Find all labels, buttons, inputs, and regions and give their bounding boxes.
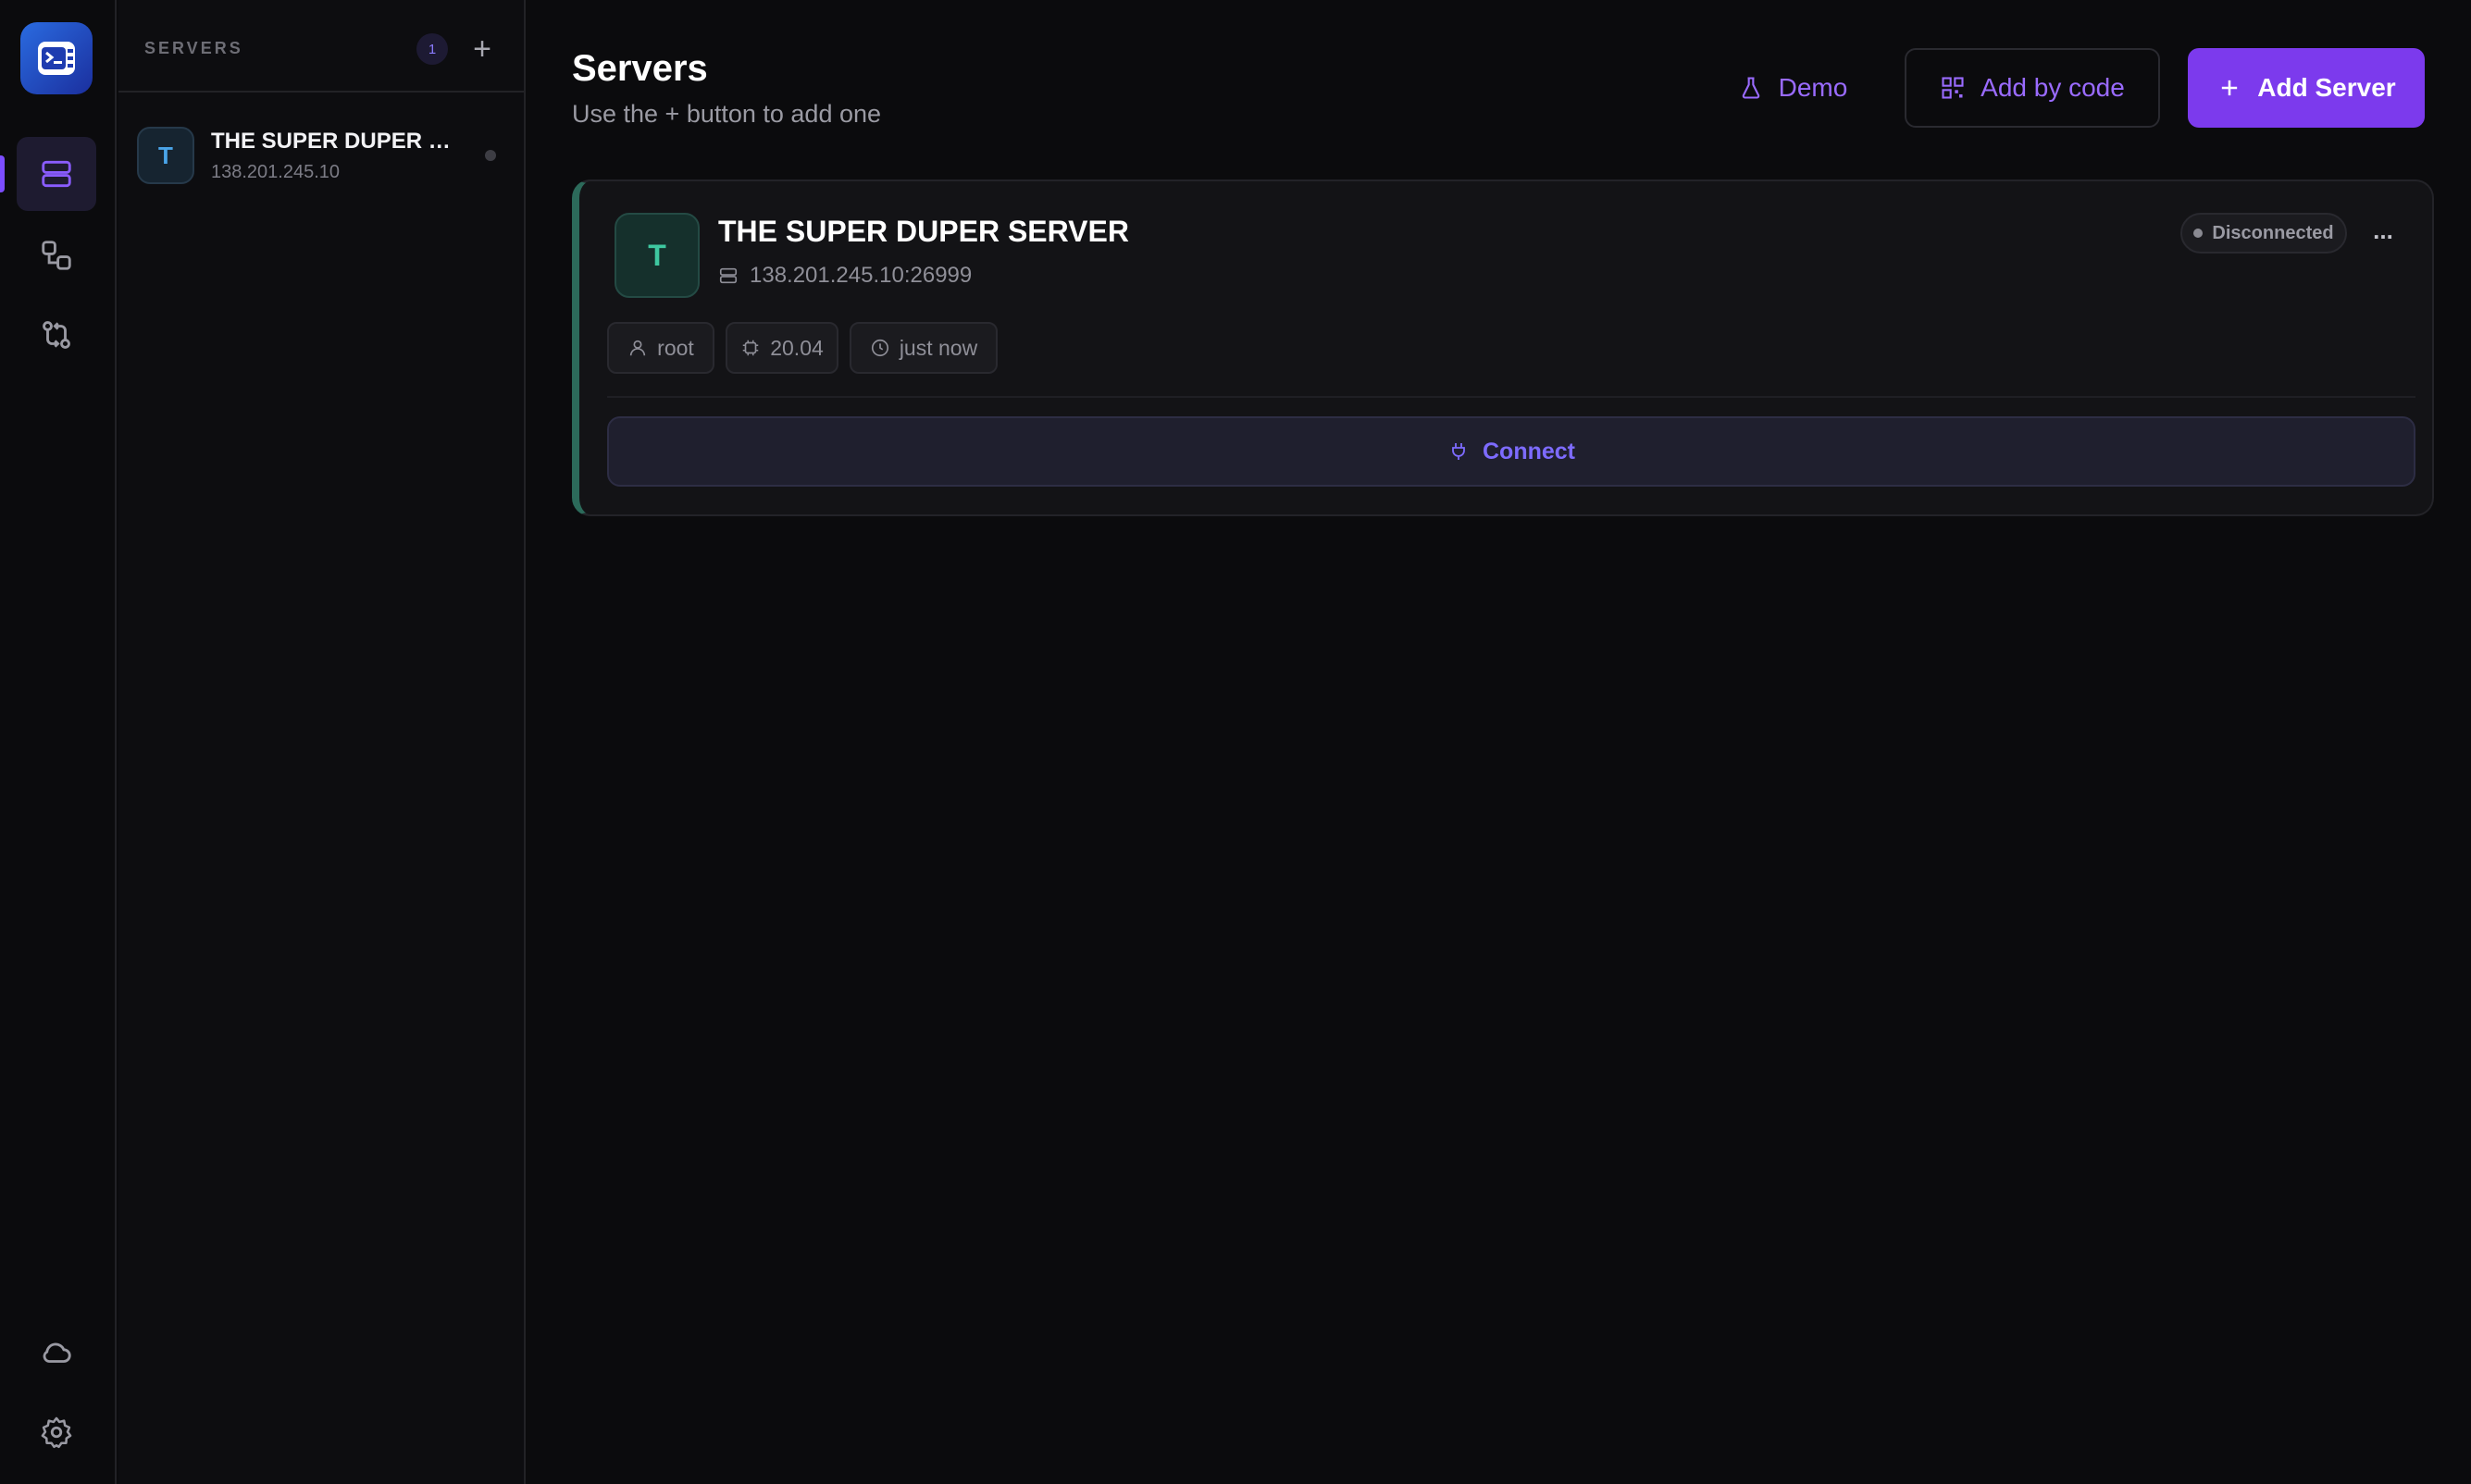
cloud-nav-button[interactable] — [17, 1316, 96, 1390]
server-icon — [719, 267, 738, 284]
server-card-name: THE SUPER DUPER SERVER — [718, 215, 1129, 248]
connections-icon — [42, 241, 71, 270]
connections-nav-button[interactable] — [17, 218, 96, 292]
qr-code-icon — [1942, 77, 1964, 99]
add-server-label: Add Server — [2257, 73, 2396, 102]
demo-label: Demo — [1778, 73, 1848, 102]
add-by-code-label: Add by code — [1981, 73, 2125, 102]
panel-title: SERVERS — [144, 39, 243, 57]
icon-rail — [0, 0, 117, 1484]
add-server-button[interactable]: Add Server — [2188, 48, 2425, 128]
plug-icon — [1452, 443, 1465, 460]
settings-nav-button[interactable] — [17, 1395, 96, 1469]
server-card: T THE SUPER DUPER SERVER 138.201.245.10:… — [572, 179, 2434, 516]
server-card-avatar: T — [615, 213, 700, 298]
demo-button[interactable]: Demo — [1723, 48, 1862, 128]
clock-icon — [871, 339, 888, 357]
panel-header: SERVERS 1 + — [118, 0, 524, 93]
servers-icon — [42, 160, 71, 188]
server-list-name: THE SUPER DUPER SERVER — [211, 128, 461, 154]
transfer-nav-button[interactable] — [17, 298, 96, 372]
add-by-code-button[interactable]: Add by code — [1905, 48, 2160, 128]
user-text: root — [657, 335, 694, 360]
app-logo-icon[interactable] — [20, 22, 93, 94]
flask-icon — [1742, 77, 1759, 99]
server-address-text: 138.201.245.10:26999 — [750, 263, 973, 288]
cpu-icon — [742, 340, 759, 356]
plus-icon — [2222, 80, 2238, 96]
connect-button[interactable]: Connect — [607, 416, 2415, 487]
server-list-item[interactable]: T THE SUPER DUPER SERVER 138.201.245.10 — [137, 120, 507, 191]
server-count-badge: 1 — [416, 33, 448, 65]
status-text: Disconnected — [2212, 222, 2334, 243]
page-title: Servers — [572, 48, 708, 89]
os-version-chip: 20.04 — [726, 322, 838, 374]
servers-nav-button[interactable] — [17, 137, 96, 211]
cloud-icon — [43, 1342, 71, 1363]
os-version-text: 20.04 — [770, 335, 824, 360]
server-avatar: T — [137, 127, 194, 184]
server-list-ip: 138.201.245.10 — [211, 161, 341, 182]
page-subtitle: Use the + button to add one — [572, 100, 882, 128]
settings-icon — [41, 1416, 72, 1449]
transfer-icon — [43, 321, 70, 349]
card-divider — [607, 396, 2415, 398]
status-dot — [485, 150, 496, 161]
server-card-address: 138.201.245.10:26999 — [718, 263, 972, 289]
user-chip: root — [607, 322, 714, 374]
status-dot — [2193, 229, 2204, 238]
more-options-button[interactable]: ... — [2360, 209, 2406, 257]
add-server-icon-button[interactable]: + — [461, 28, 503, 70]
server-list-panel: SERVERS 1 + T THE SUPER DUPER SERVER 138… — [118, 0, 526, 1484]
user-icon — [630, 340, 646, 356]
connect-label: Connect — [1483, 438, 1575, 464]
last-seen-text: just now — [899, 335, 978, 360]
status-badge: Disconnected — [2180, 213, 2347, 254]
last-seen-chip: just now — [850, 322, 998, 374]
active-indicator — [0, 155, 5, 192]
